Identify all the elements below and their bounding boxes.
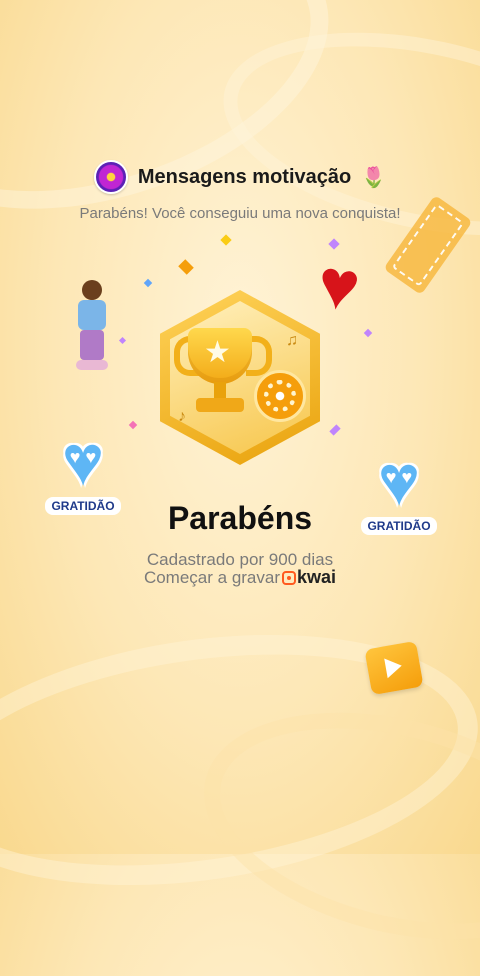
music-note-icon: ♪ bbox=[178, 408, 186, 425]
tulip-icon: 🌷 bbox=[361, 166, 387, 189]
clapperboard-icon bbox=[364, 640, 424, 696]
confetti-icon bbox=[118, 336, 127, 345]
record-text: Começar a gravar bbox=[143, 567, 281, 587]
star-icon: ★ bbox=[204, 336, 231, 369]
film-reel-icon bbox=[254, 370, 306, 422]
kwai-logo-icon bbox=[282, 570, 297, 585]
dancing-character-icon bbox=[70, 280, 114, 372]
confetti-icon bbox=[363, 328, 373, 338]
confetti-icon bbox=[178, 259, 194, 275]
confetti-icon bbox=[329, 424, 341, 436]
achievement-badge: ★ ♪ ♫ bbox=[160, 290, 320, 465]
confetti-icon bbox=[220, 234, 232, 246]
header: Mensagens motivação 🌷 bbox=[0, 158, 480, 196]
achievement-subtitle: Parabéns! Você conseguiu uma nova conqui… bbox=[79, 205, 401, 222]
red-heart-icon: ♥ bbox=[312, 243, 365, 327]
confetti-icon bbox=[128, 420, 138, 430]
page-title: Mensagens motivação bbox=[137, 165, 352, 188]
kwai-logo: kwai bbox=[282, 567, 336, 588]
play-icon bbox=[384, 655, 404, 679]
record-prompt[interactable]: Começar a gravar kwai bbox=[0, 567, 480, 588]
confetti-icon bbox=[143, 278, 153, 288]
avatar[interactable] bbox=[93, 160, 128, 194]
congrats-heading: Parabéns bbox=[167, 500, 313, 536]
kwai-brand-text: kwai bbox=[297, 567, 337, 587]
music-note-icon: ♫ bbox=[286, 332, 298, 349]
